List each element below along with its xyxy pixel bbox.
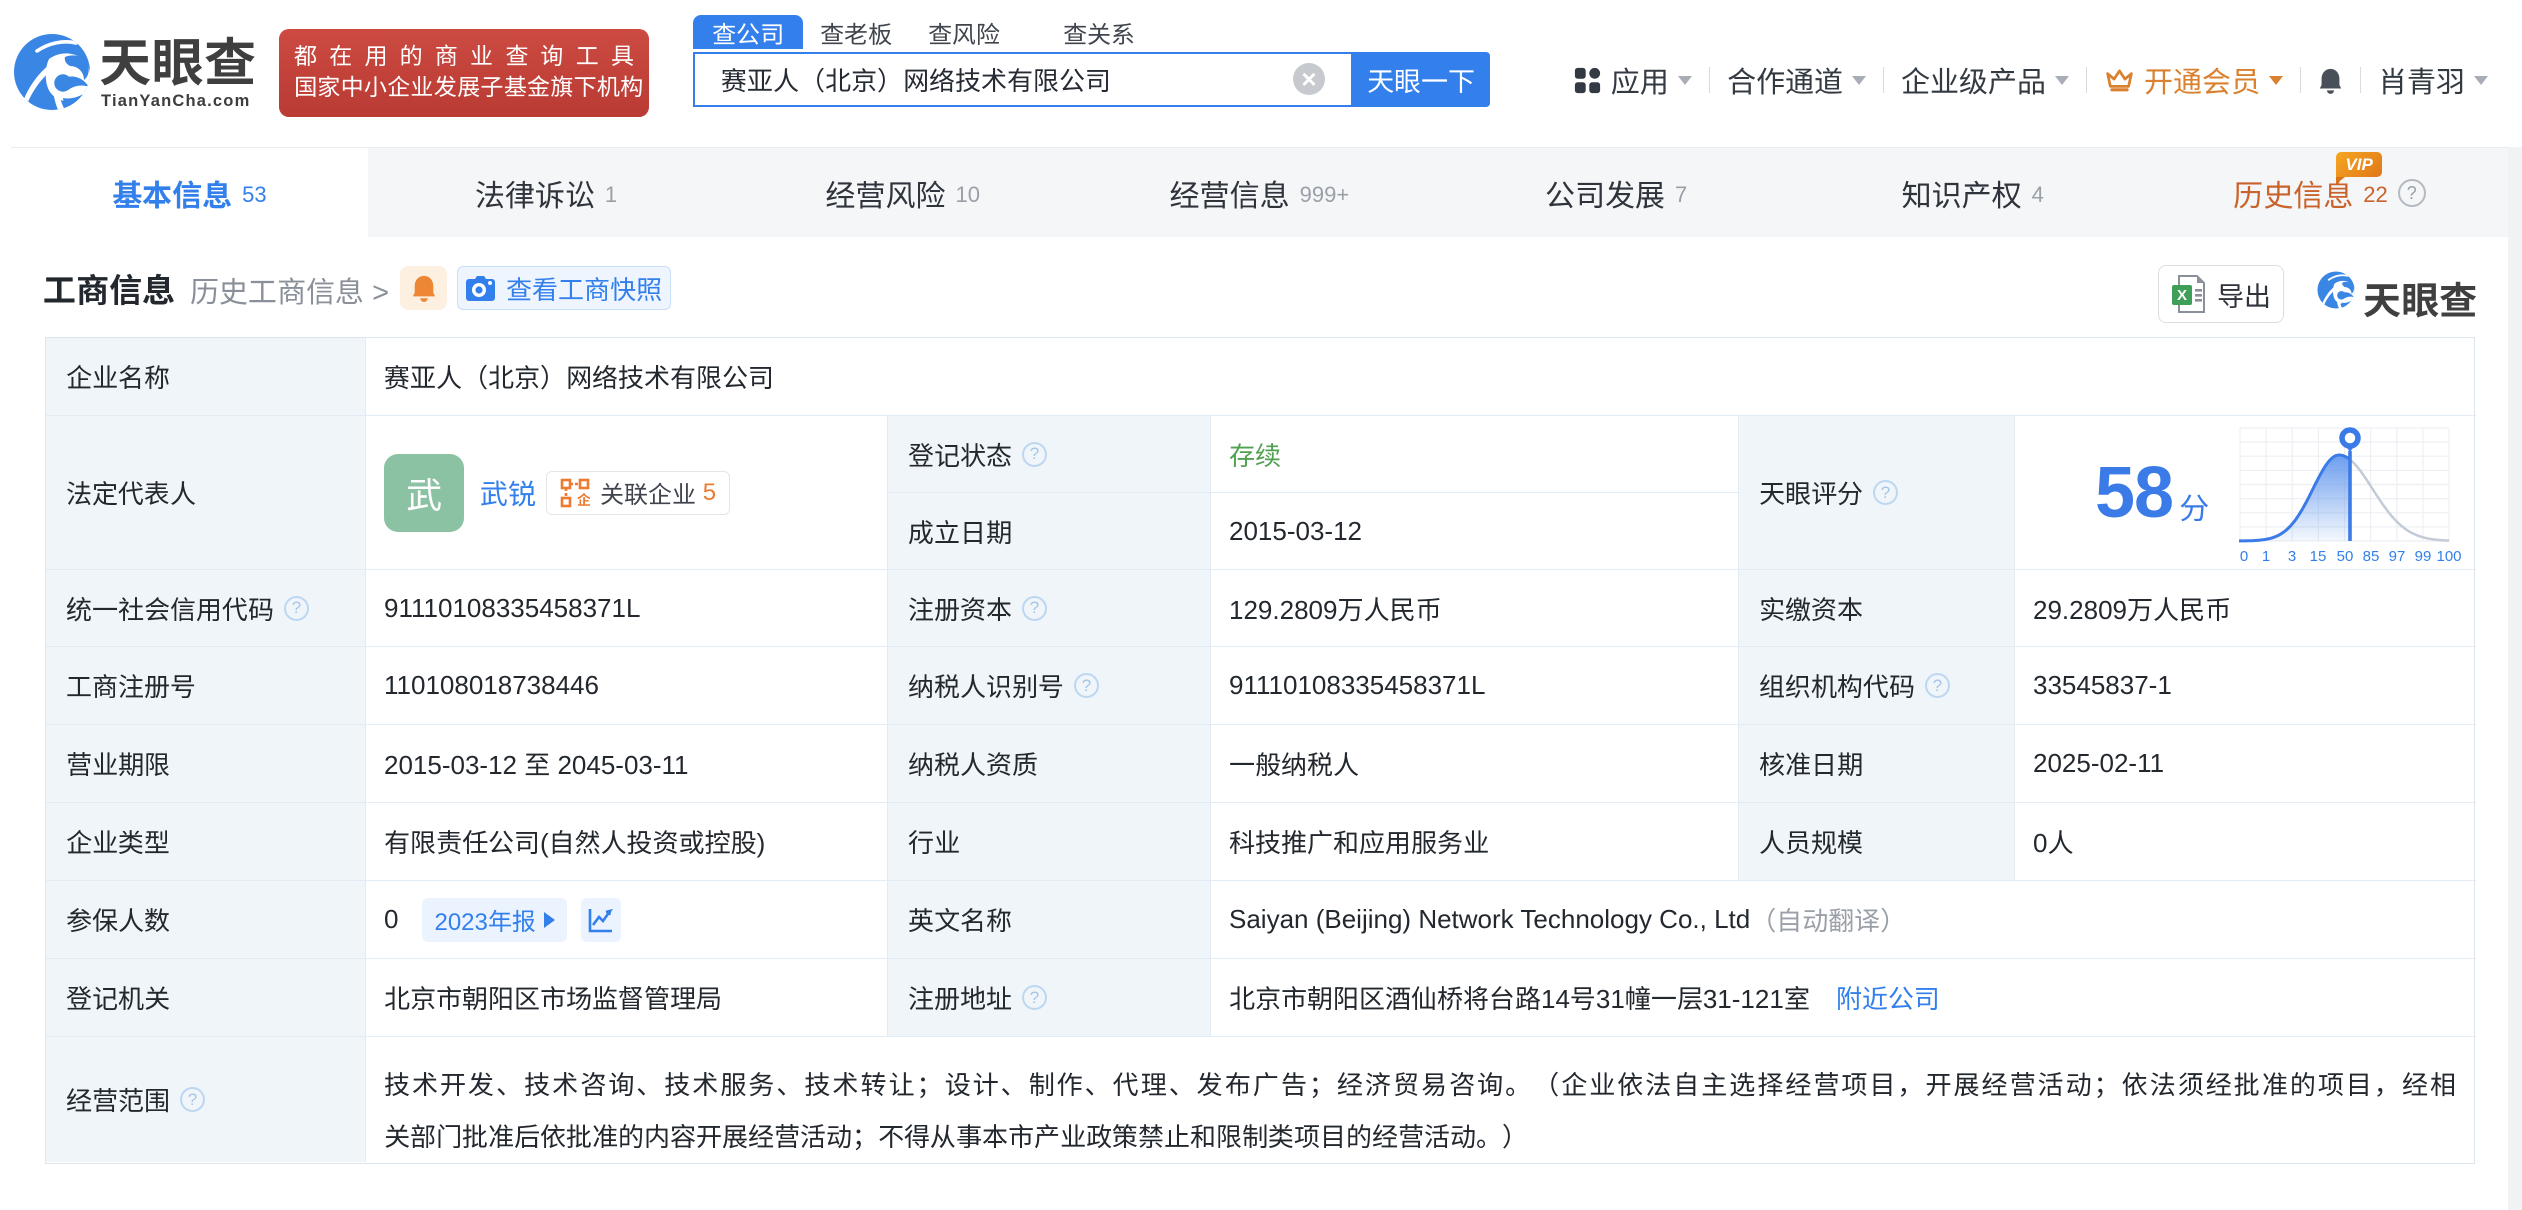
svg-text:X: X — [2177, 287, 2187, 304]
svg-text:15: 15 — [2310, 548, 2327, 565]
svg-text:50: 50 — [2337, 548, 2354, 565]
svg-text:企: 企 — [576, 492, 590, 508]
svg-text:1: 1 — [2262, 548, 2270, 565]
svg-text:0: 0 — [2240, 548, 2248, 565]
svg-text:97: 97 — [2389, 548, 2406, 565]
svg-text:99: 99 — [2415, 548, 2432, 565]
svg-text:85: 85 — [2363, 548, 2380, 565]
svg-text:3: 3 — [2288, 548, 2296, 565]
svg-text:100: 100 — [2436, 548, 2461, 565]
